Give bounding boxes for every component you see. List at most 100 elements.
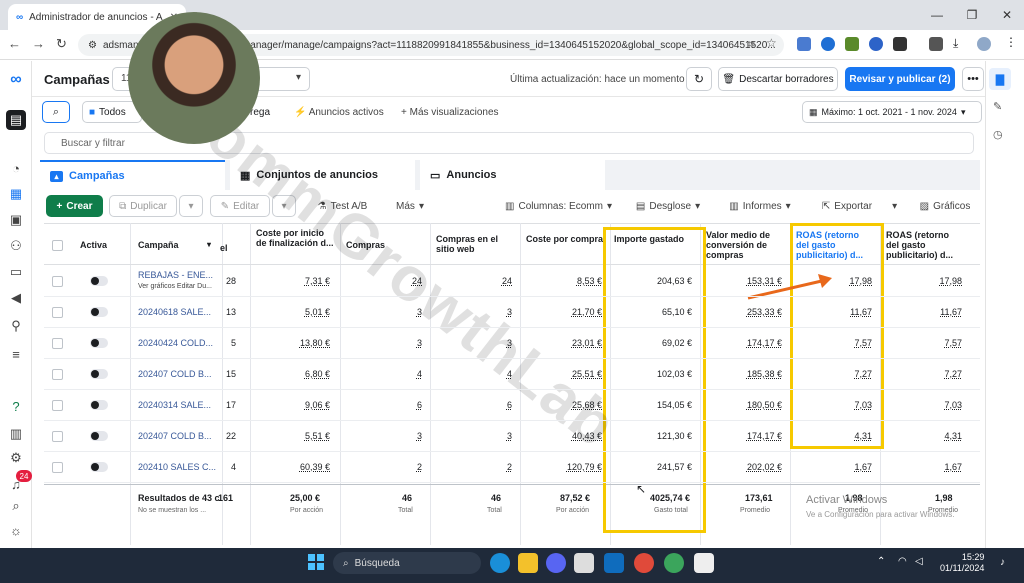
settings-gear-icon[interactable]: ⚙ <box>6 448 26 468</box>
close-window-icon[interactable]: ✕ <box>990 0 1024 30</box>
duplicate-button[interactable]: ⧉ Duplicar <box>109 195 177 217</box>
profile-icon[interactable] <box>977 37 991 51</box>
date-range-picker[interactable]: ▦ Máximo: 1 oct. 2021 - 1 nov. 2024 ▾ <box>802 101 982 123</box>
meta-logo-icon[interactable]: ∞ <box>6 70 26 90</box>
campaign-name-link[interactable]: REBAJAS - ENE... <box>138 270 218 280</box>
breakdown-button[interactable]: ▤ Desglose ▾ <box>627 195 709 217</box>
notification-bell-icon[interactable]: ♪ <box>1000 557 1005 568</box>
history-clock-icon[interactable]: ◷ <box>993 128 1003 141</box>
dashboard-gauge-icon[interactable]: ◔ <box>6 158 26 178</box>
export-button[interactable]: ⇱ Exportar ▾ <box>812 195 907 217</box>
row-checkbox[interactable] <box>52 431 63 442</box>
campaign-toggle[interactable] <box>90 338 108 348</box>
help-icon[interactable]: ? <box>6 396 26 416</box>
campaign-toggle[interactable] <box>90 462 108 472</box>
header-campaign[interactable]: Campaña <box>138 240 179 250</box>
campaign-toggle[interactable] <box>90 276 108 286</box>
extension-icon[interactable] <box>869 37 883 51</box>
header-cost-purchase[interactable]: Coste por compra <box>526 234 606 244</box>
maximize-icon[interactable]: ❐ <box>955 0 989 30</box>
campaign-toggle[interactable] <box>90 400 108 410</box>
header-roas-2[interactable]: ROAS (retorno del gasto publicitario) d.… <box>886 230 964 260</box>
wifi-icon[interactable]: ◠ <box>898 556 907 567</box>
file-explorer-icon[interactable] <box>518 553 538 573</box>
discord-icon[interactable] <box>546 553 566 573</box>
reload-icon[interactable]: ↻ <box>56 36 67 52</box>
business-people-icon[interactable]: ⚲ <box>6 316 26 336</box>
outlook-icon[interactable] <box>604 553 624 573</box>
package-icon[interactable] <box>574 553 594 573</box>
menu-icon[interactable]: ⋮ <box>1005 35 1017 49</box>
chart-panel-icon[interactable]: ▇ <box>989 68 1011 90</box>
discard-drafts-button[interactable]: 🗑 Descartar borradores <box>718 67 838 91</box>
row-checkbox[interactable] <box>52 462 63 473</box>
taskbar-clock[interactable]: 15:29 01/11/2024 <box>940 552 984 574</box>
campaign-toggle[interactable] <box>90 431 108 441</box>
header-avg-value[interactable]: Valor medio de conversión de compras <box>706 230 784 260</box>
edit-pencil-icon[interactable]: ✎ <box>993 100 1002 113</box>
search-button[interactable]: ⌕ <box>42 101 70 123</box>
billing-card-icon[interactable]: ▭ <box>6 262 26 282</box>
campaign-name-link[interactable]: 202407 COLD B... <box>138 369 218 379</box>
more-views-button[interactable]: + Más visualizaciones <box>401 107 499 118</box>
bug-icon[interactable]: ☼ <box>6 520 26 540</box>
chrome-icon[interactable] <box>634 553 654 573</box>
active-ads-filter[interactable]: ⚡ Anuncios activos <box>294 107 384 118</box>
translate-icon[interactable]: ⌗ <box>748 37 755 52</box>
extension-icon[interactable] <box>845 37 859 51</box>
extension-icon[interactable] <box>821 37 835 51</box>
search-icon[interactable]: ⌕ <box>6 496 26 516</box>
chrome-profile-icon[interactable] <box>664 553 684 573</box>
tray-chevron-icon[interactable]: ⌃ <box>877 556 885 567</box>
more-options-button[interactable]: ••• <box>962 67 984 91</box>
tab-campaigns[interactable]: ▴ Campañas <box>40 160 225 190</box>
campaigns-table-icon[interactable]: ▦ <box>6 184 26 204</box>
campaign-toggle[interactable] <box>90 307 108 317</box>
minimize-icon[interactable]: — <box>920 0 954 30</box>
campaign-toggle[interactable] <box>90 369 108 379</box>
charts-button[interactable]: ▨ Gráficos <box>914 195 976 217</box>
row-checkbox[interactable] <box>52 338 63 349</box>
campaign-name-link[interactable]: 202410 SALES C... <box>138 462 218 472</box>
campaign-name-link[interactable]: 20240314 SALE... <box>138 400 218 410</box>
select-all-checkbox[interactable] <box>52 240 63 251</box>
windows-start-icon[interactable] <box>308 554 324 570</box>
row-checkbox[interactable] <box>52 369 63 380</box>
extension-icon[interactable] <box>797 37 811 51</box>
row-checkbox[interactable] <box>52 307 63 318</box>
row-action-links[interactable]: Ver gráficos Editar Du... <box>138 283 212 290</box>
audiences-icon[interactable]: ⚇ <box>6 236 26 256</box>
header-sort-icon[interactable]: ▾ <box>207 240 211 250</box>
edge-browser-icon[interactable] <box>490 553 510 573</box>
row-checkbox[interactable] <box>52 400 63 411</box>
create-button[interactable]: + Crear <box>46 195 103 217</box>
reports-icon[interactable]: ▥ <box>6 424 26 444</box>
reports-button[interactable]: ▥ Informes ▾ <box>720 195 800 217</box>
puzzle-icon[interactable] <box>893 37 907 51</box>
header-el[interactable]: el <box>220 243 228 253</box>
campaign-name-link[interactable]: 202407 COLD B... <box>138 431 218 441</box>
row-checkbox[interactable] <box>52 276 63 287</box>
campaign-name-link[interactable]: 20240618 SALE... <box>138 307 218 317</box>
forward-icon[interactable]: → <box>32 36 45 51</box>
duplicate-dropdown[interactable]: ▾ <box>179 195 203 217</box>
campaign-name-link[interactable]: 20240424 COLD... <box>138 338 218 348</box>
refresh-button[interactable]: ↻ <box>686 67 712 91</box>
menu-lines-icon[interactable]: ≡ <box>6 344 26 364</box>
taskbar-search[interactable]: ⌕ Búsqueda <box>333 552 481 574</box>
notes-icon[interactable]: ▤ <box>6 110 26 130</box>
music-icon[interactable] <box>929 37 943 51</box>
notion-icon[interactable] <box>694 553 714 573</box>
review-publish-button[interactable]: Revisar y publicar (2) <box>845 67 955 91</box>
more-actions-button[interactable]: Más ▾ <box>386 195 434 217</box>
tab-ads[interactable]: ▭ Anuncios <box>420 160 605 190</box>
header-active[interactable]: Activa <box>80 240 107 250</box>
columns-button[interactable]: ▥ Columnas: Ecomm ▾ <box>497 195 620 217</box>
megaphone-icon[interactable]: ◀ <box>6 288 26 308</box>
download-icon[interactable]: ⤓ <box>953 36 958 51</box>
header-web-purchases[interactable]: Compras en el sitio web <box>436 234 516 254</box>
volume-icon[interactable]: ◁ <box>915 556 923 567</box>
back-icon[interactable]: ← <box>8 36 21 51</box>
documents-icon[interactable]: ▣ <box>6 210 26 230</box>
bookmark-star-icon[interactable]: ☆ <box>766 36 777 50</box>
